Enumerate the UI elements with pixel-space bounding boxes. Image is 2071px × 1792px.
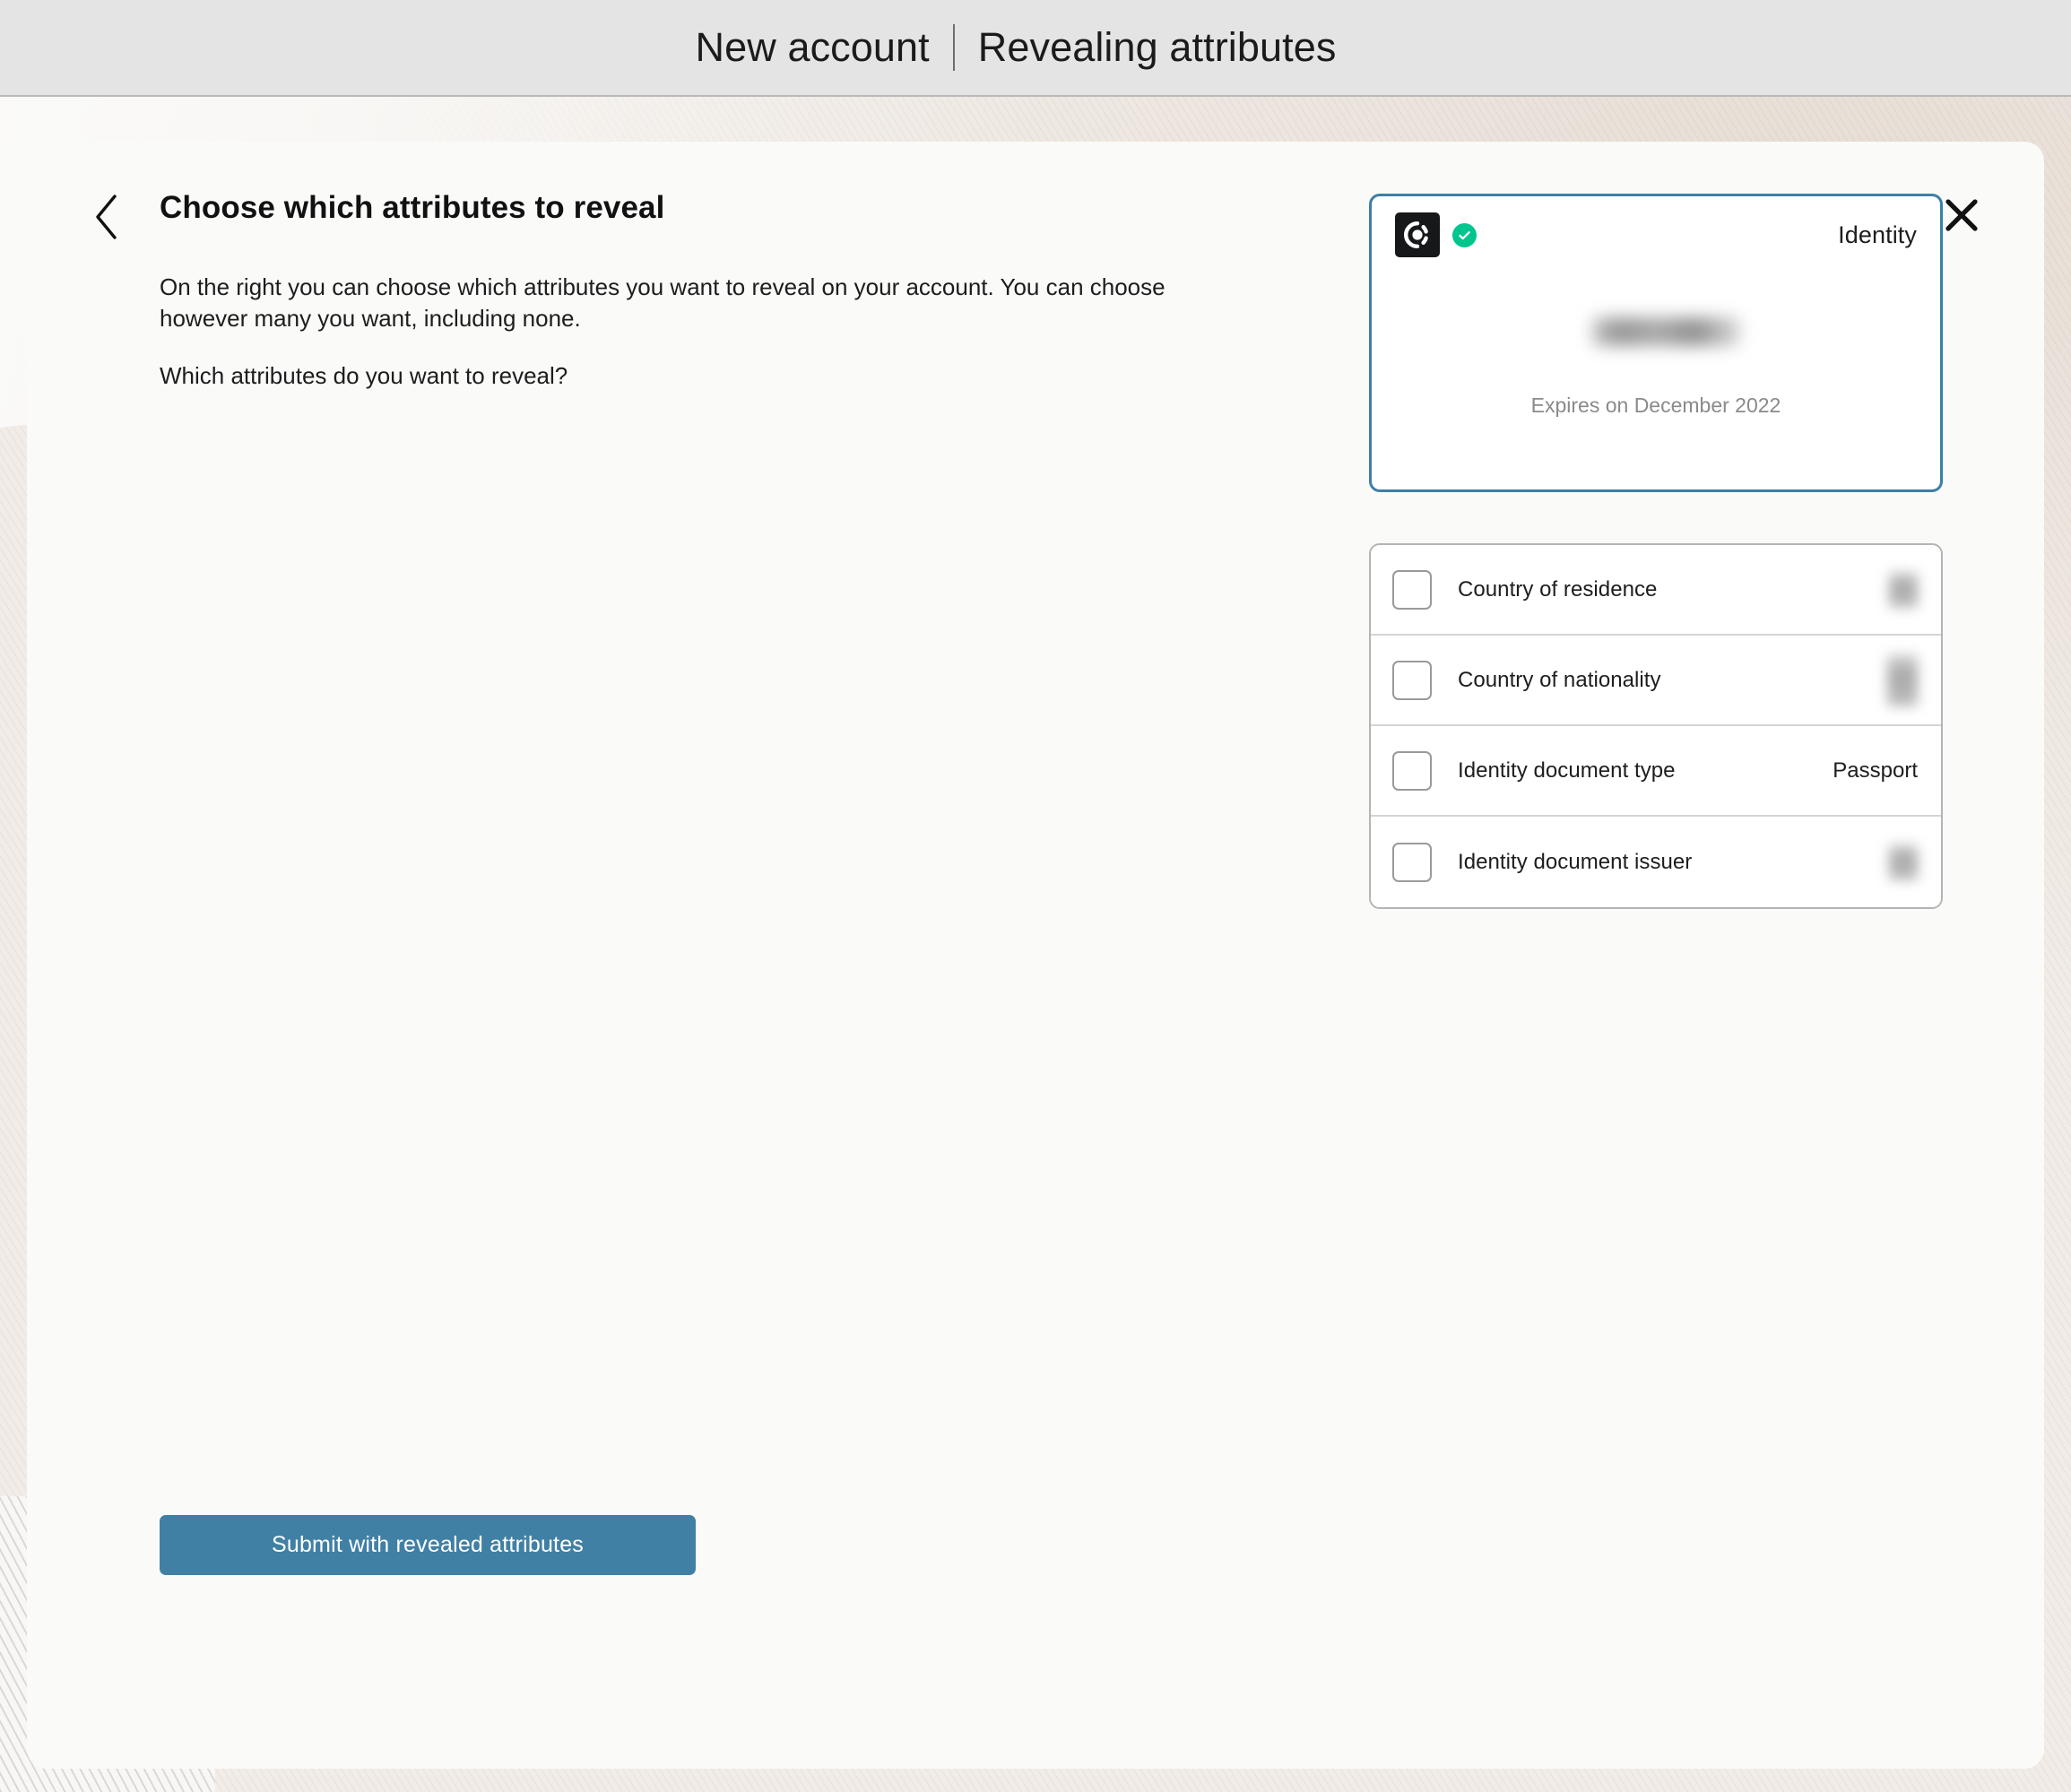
attribute-value-redacted: [1889, 571, 1918, 608]
top-header: New account Revealing attributes: [0, 0, 2071, 97]
attribute-list: Country of residence Country of nationali…: [1369, 543, 1943, 909]
attribute-checkbox[interactable]: [1392, 569, 1432, 610]
back-button[interactable]: [81, 191, 133, 243]
close-icon: [1943, 196, 1980, 234]
identity-card-header: Identity: [1372, 196, 1940, 273]
attribute-row[interactable]: Country of residence: [1371, 545, 1941, 636]
submit-button[interactable]: Submit with revealed attributes: [160, 1515, 696, 1575]
chevron-left-icon: [91, 193, 122, 241]
attribute-value-redacted: [1889, 844, 1918, 880]
credential-expiry: Expires on December 2022: [1530, 394, 1781, 417]
attribute-checkbox[interactable]: [1392, 660, 1432, 700]
attribute-label: Identity document type: [1458, 757, 1676, 783]
attribute-checkbox[interactable]: [1392, 842, 1432, 882]
attributes-modal: Choose which attributes to reveal On the…: [27, 142, 2044, 1769]
breadcrumb: New account Revealing attributes: [696, 24, 1337, 71]
verified-check-icon: [1452, 222, 1477, 247]
yoti-logo-icon: [1395, 212, 1440, 257]
page-title: Choose which attributes to reveal: [160, 190, 665, 225]
holder-name-redacted: [1592, 317, 1740, 346]
app-root: New account Revealing attributes Choose …: [0, 0, 2071, 1792]
identity-credential-card[interactable]: Identity Expires on December 2022: [1369, 194, 1943, 492]
breadcrumb-divider: [952, 24, 955, 71]
explanation-text: On the right you can choose which attrib…: [160, 272, 1226, 392]
app-title: New account: [695, 24, 930, 70]
credential-kind-label: Identity: [1838, 221, 1917, 248]
intro-paragraph: On the right you can choose which attrib…: [160, 273, 1165, 332]
attribute-row[interactable]: Country of nationality: [1371, 636, 1941, 726]
attribute-label: Identity document issuer: [1458, 849, 1693, 874]
attribute-label: Country of nationality: [1458, 667, 1661, 692]
attribute-row[interactable]: Identity document issuer: [1371, 817, 1941, 907]
attribute-row[interactable]: Identity document type Passport: [1371, 726, 1941, 817]
attribute-value: Passport: [1833, 757, 1918, 783]
section-title: Revealing attributes: [977, 24, 1337, 70]
attribute-label: Country of residence: [1458, 576, 1658, 602]
question-paragraph: Which attributes do you want to reveal?: [160, 362, 568, 390]
attribute-checkbox[interactable]: [1392, 750, 1432, 791]
close-button[interactable]: [1935, 188, 1989, 242]
attribute-value-redacted: [1887, 654, 1918, 706]
